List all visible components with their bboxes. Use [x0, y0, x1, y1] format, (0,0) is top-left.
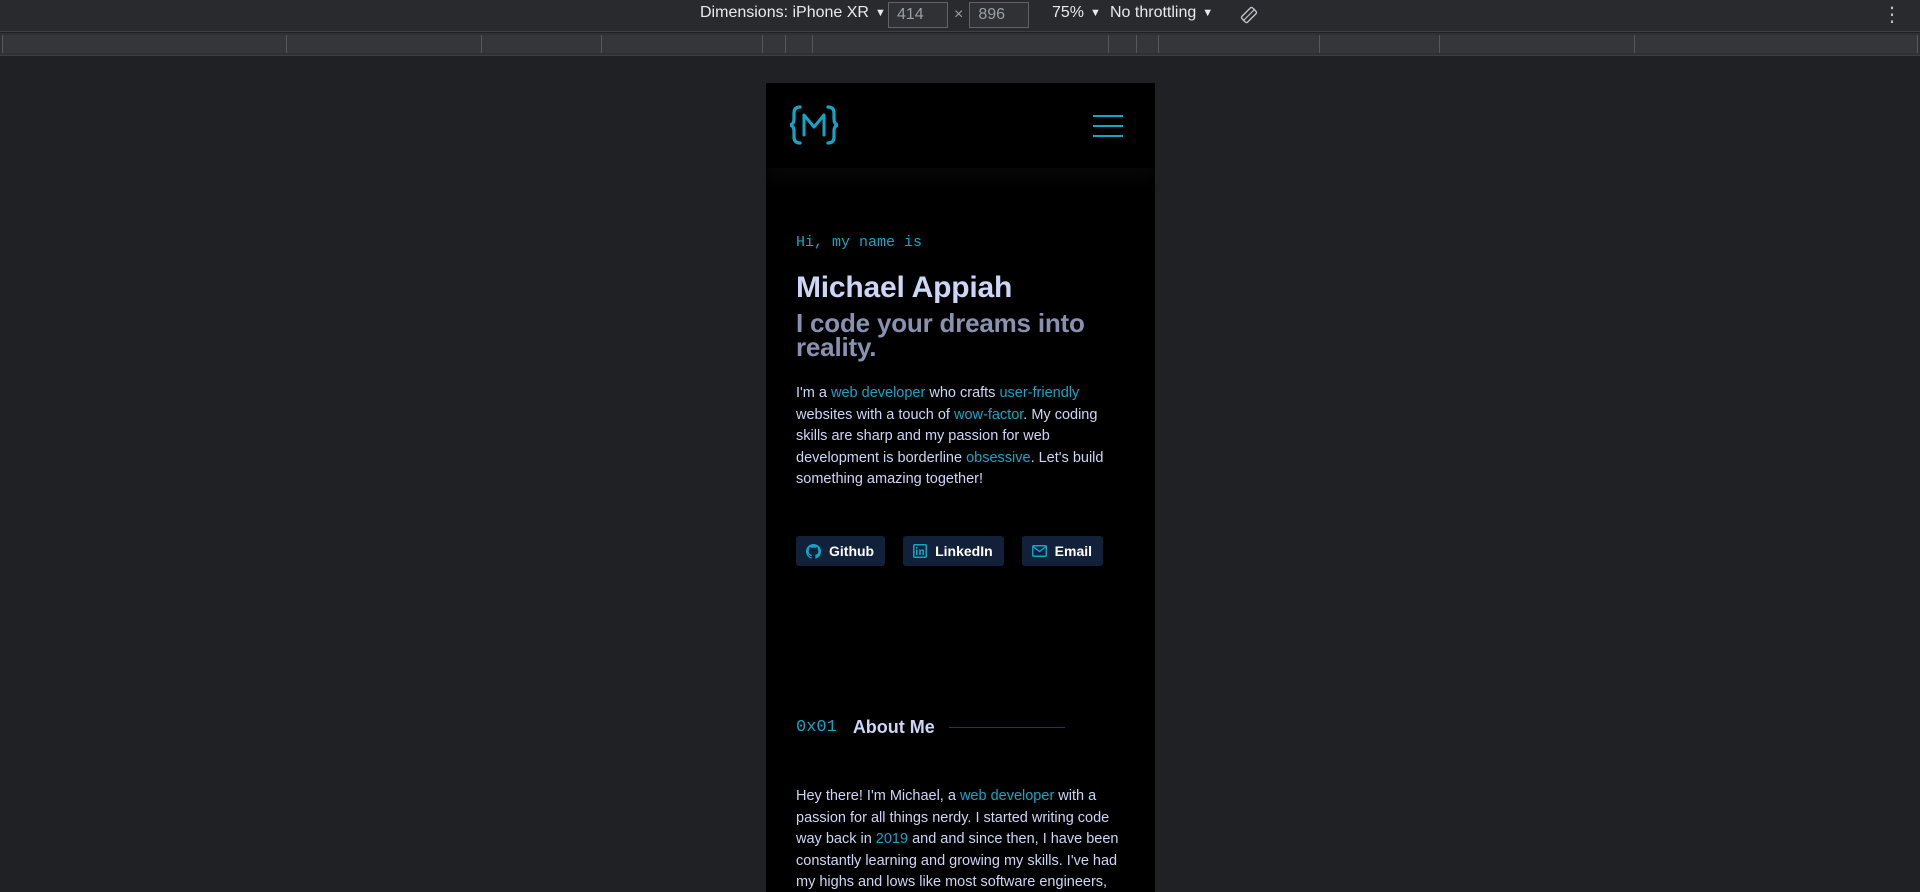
device-selector[interactable]: Dimensions: iPhone XR ▼: [700, 4, 886, 22]
email-label: Email: [1054, 543, 1093, 559]
devtools-device-toolbar: Dimensions: iPhone XR ▼ × 75% ▼ No throt…: [0, 0, 1920, 32]
logo[interactable]: [789, 103, 839, 147]
rotate-icon[interactable]: [1239, 5, 1259, 25]
greeting: Hi, my name is: [796, 234, 923, 251]
caret-down-icon: ▼: [1202, 7, 1214, 19]
caret-down-icon: ▼: [1090, 7, 1101, 19]
site-header: [766, 83, 1155, 168]
highlight-year: 2019: [875, 831, 909, 847]
social-links: Github LinkedIn Email: [796, 536, 1104, 566]
highlight-web-developer: web developer: [831, 385, 926, 401]
media-query-segment[interactable]: [785, 35, 812, 53]
zoom-selector[interactable]: 75% ▼: [1052, 4, 1101, 22]
linkedin-icon: [913, 544, 928, 558]
highlight-user-friendly: user-friendly: [999, 385, 1080, 401]
viewport-height-input[interactable]: [969, 2, 1030, 28]
media-query-segment[interactable]: [1136, 35, 1158, 53]
linkedin-button[interactable]: LinkedIn: [903, 536, 1004, 566]
media-query-segment[interactable]: [2, 35, 286, 53]
zoom-label: 75%: [1052, 4, 1085, 21]
media-query-segment[interactable]: [1108, 35, 1136, 53]
section-divider: [948, 727, 1065, 728]
mail-icon: [1031, 545, 1047, 557]
hero-name: Michael Appiah: [796, 271, 1013, 304]
highlight-obsessive: obsessive: [966, 449, 1031, 466]
caret-down-icon: ▼: [874, 7, 886, 19]
about-section-heading: 0x01 About Me: [796, 717, 1065, 738]
device-label: Dimensions: iPhone XR: [700, 4, 869, 21]
throttling-label: No throttling: [1110, 4, 1197, 21]
github-label: Github: [829, 543, 875, 559]
dimension-separator: ×: [954, 6, 964, 23]
media-query-segment[interactable]: [762, 35, 785, 53]
media-query-segment[interactable]: [481, 35, 601, 53]
media-query-bar: [0, 33, 1920, 56]
device-viewport: Hi, my name is Michael Appiah I code you…: [766, 83, 1155, 892]
hero-tagline: I code your dreams into reality.: [796, 308, 1085, 362]
more-options-icon[interactable]: ⋮: [1882, 4, 1902, 26]
hamburger-menu-icon[interactable]: [1093, 115, 1125, 137]
throttling-selector[interactable]: No throttling ▼: [1110, 4, 1213, 22]
highlight-wow-factor: wow-factor: [953, 406, 1024, 423]
email-button[interactable]: Email: [1021, 536, 1104, 566]
media-query-segment[interactable]: [286, 35, 481, 53]
hero-bio: I'm a web developer who crafts user-frie…: [796, 385, 1104, 487]
media-query-segment[interactable]: [812, 35, 1108, 53]
media-query-segment[interactable]: [1158, 35, 1319, 53]
viewport-width-input[interactable]: [888, 2, 948, 28]
github-button[interactable]: Github: [796, 536, 886, 566]
section-number: 0x01: [796, 718, 837, 737]
logo-mark: [789, 105, 839, 145]
github-icon: [806, 543, 821, 559]
media-query-segment[interactable]: [601, 35, 762, 53]
media-query-segment[interactable]: [1319, 35, 1439, 53]
media-query-segment[interactable]: [1439, 35, 1634, 53]
media-query-segment[interactable]: [1634, 35, 1918, 53]
linkedin-label: LinkedIn: [935, 543, 993, 559]
highlight-web-developer: web developer: [959, 788, 1055, 804]
section-title: About Me: [852, 717, 935, 737]
about-text: Hey there! I'm Michael, a web developer …: [796, 788, 1119, 890]
